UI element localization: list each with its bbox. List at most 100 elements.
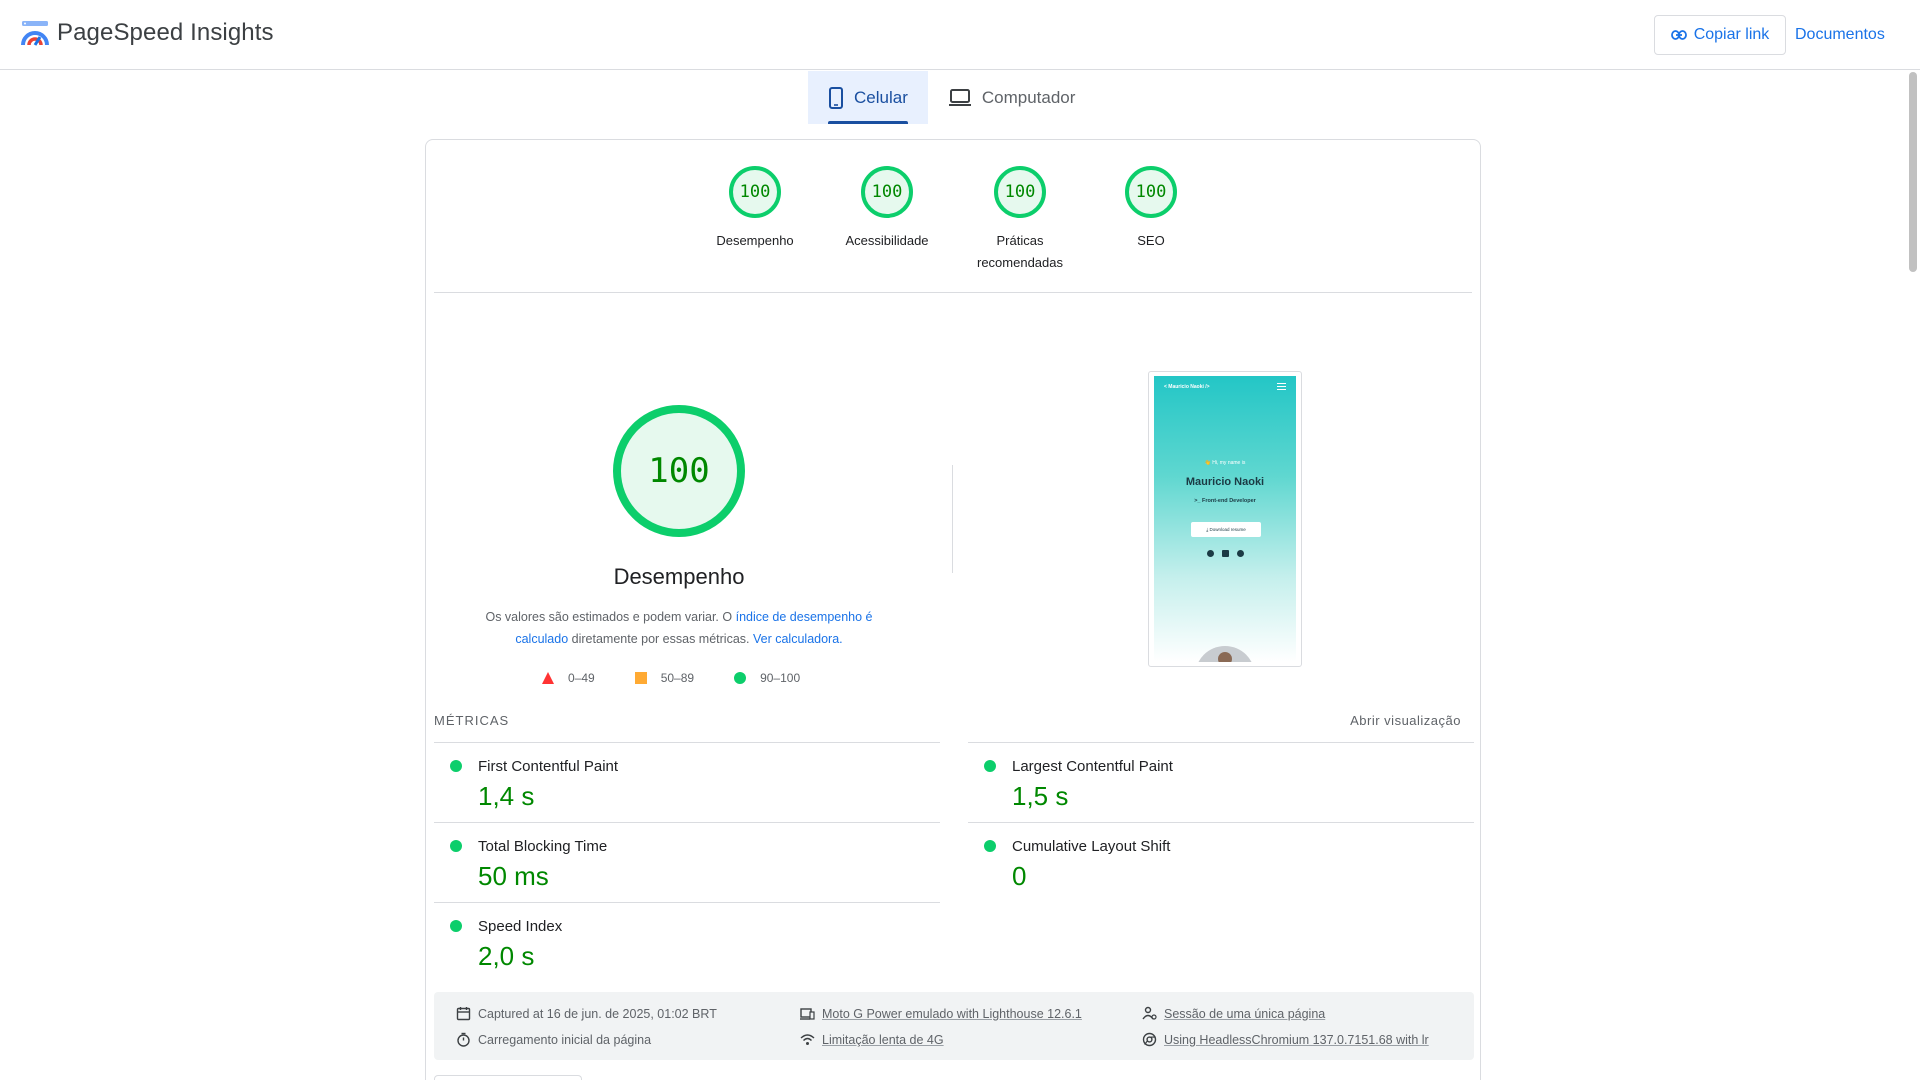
square-icon: [634, 672, 647, 684]
runtime-load: Carregamento inicial da página: [456, 1032, 651, 1047]
linkedin-icon: [1221, 550, 1229, 557]
screenshot-role: >_ Front-end Developer: [1194, 498, 1256, 504]
metric-value: 2,0 s: [478, 941, 535, 971]
legend-range: 0–49: [568, 671, 595, 685]
metric-cls: Cumulative Layout Shift 0: [968, 822, 1474, 902]
performance-description: Os valores são estimados e podem variar.…: [466, 606, 892, 650]
score-gauges: 100 Desempenho 100 Acessibilidade 100 Pr…: [426, 140, 1480, 292]
treemap-button[interactable]: [434, 1075, 582, 1080]
metric-value: 1,5 s: [1012, 781, 1069, 811]
runtime-text: Using HeadlessChromium 137.0.7151.68 wit…: [1164, 1032, 1429, 1047]
screenshot-social-icons: [1154, 550, 1296, 557]
runtime-text: Limitação lenta de 4G: [822, 1032, 944, 1047]
gauge-score: 100: [994, 166, 1046, 218]
metric-value: 1,4 s: [478, 781, 535, 811]
pass-circle-icon: [984, 760, 996, 772]
circle-icon: [734, 672, 747, 684]
screenshot-avatar-face: [1218, 652, 1232, 662]
triangle-icon: [542, 672, 554, 684]
gauge-performance[interactable]: 100 Desempenho: [700, 166, 810, 252]
metric-name: Speed Index: [478, 918, 563, 935]
devices-icon: [800, 1008, 815, 1020]
app-title: PageSpeed Insights: [57, 19, 274, 46]
tab-desktop-label: Computador: [981, 87, 1076, 107]
gauge-label: Desempenho: [716, 233, 794, 248]
metric-value: 50 ms: [478, 861, 549, 891]
desc-text: diretamente por essas métricas.: [571, 632, 750, 646]
runtime-browser[interactable]: Using HeadlessChromium 137.0.7151.68 wit…: [1142, 1032, 1429, 1047]
metric-lcp: Largest Contentful Paint 1,5 s: [968, 742, 1474, 822]
gauge-label: Acessibilidade: [845, 233, 929, 248]
gauge-seo[interactable]: 100 SEO: [1096, 166, 1206, 252]
metric-name: Cumulative Layout Shift: [1012, 838, 1171, 855]
hamburger-menu-icon: [1277, 383, 1286, 390]
metric-tbt: Total Blocking Time 50 ms: [434, 822, 940, 902]
tab-desktop[interactable]: Computador: [928, 71, 1096, 124]
metric-name: Largest Contentful Paint: [1012, 758, 1173, 775]
pass-circle-icon: [450, 920, 462, 932]
link-icon: [1670, 30, 1687, 40]
score-legend: 0–49 50–89 90–100: [542, 671, 800, 685]
scrollbar-thumb[interactable]: [1909, 72, 1917, 272]
tab-mobile[interactable]: Celular: [808, 71, 928, 124]
legend-pass: 90–100: [734, 671, 800, 685]
metric-fcp: First Contentful Paint 1,4 s: [434, 742, 940, 822]
pass-circle-icon: [984, 840, 996, 852]
github-icon: [1206, 550, 1214, 557]
metrics-header: MÉTRICAS: [434, 713, 510, 728]
desc-text: Os valores são estimados e podem variar.…: [485, 610, 733, 624]
runtime-text: Sessão de uma única página: [1164, 1006, 1326, 1021]
device-tabs: Celular Computador: [808, 71, 1095, 124]
calculator-link[interactable]: Ver calculadora.: [753, 632, 843, 646]
report-card: 100 Desempenho 100 Acessibilidade 100 Pr…: [425, 139, 1481, 1080]
runtime-text: Captured at 16 de jun. de 2025, 01:02 BR…: [478, 1006, 717, 1021]
gauge-score: 100: [729, 166, 781, 218]
pass-circle-icon: [450, 840, 462, 852]
performance-score-gauge: 100: [613, 405, 745, 537]
runtime-text: Carregamento inicial da página: [478, 1032, 652, 1047]
metric-value: 0: [1012, 861, 1027, 891]
gauge-score: 100: [861, 166, 913, 218]
metric-name: First Contentful Paint: [478, 758, 619, 775]
legend-range: 50–89: [660, 671, 695, 685]
screenshot-name: Mauricio Naoki: [1185, 476, 1265, 488]
docs-link[interactable]: Documentos: [1795, 26, 1885, 44]
screenshot-nav: < Mauricio Naoki />: [1164, 384, 1210, 390]
screenshot-image: < Mauricio Naoki /> 👋 Hi, my name is Mau…: [1154, 376, 1296, 662]
pagespeed-logo-icon[interactable]: [20, 20, 50, 48]
section-divider: [434, 292, 1472, 293]
runtime-device[interactable]: Moto G Power emulado with Lighthouse 12.…: [800, 1006, 1082, 1021]
runtime-settings: Captured at 16 de jun. de 2025, 01:02 BR…: [434, 992, 1474, 1060]
whatsapp-icon: [1236, 550, 1244, 557]
timer-icon: [457, 1032, 470, 1047]
top-header: PageSpeed Insights Copiar link Documento…: [0, 0, 1920, 70]
screenshot-download-button: ⤓ Download resume: [1191, 522, 1261, 537]
smartphone-icon: [829, 86, 843, 109]
expand-view-button[interactable]: Abrir visualização: [1350, 713, 1461, 728]
user-session-icon: [1142, 1006, 1157, 1020]
laptop-icon: [948, 88, 971, 106]
tab-mobile-label: Celular: [854, 87, 908, 107]
legend-average: 50–89: [634, 671, 695, 685]
gauge-score: 100: [1125, 166, 1177, 218]
copy-link-button[interactable]: Copiar link: [1654, 15, 1786, 55]
wifi-icon: [800, 1034, 815, 1045]
performance-title: Desempenho: [613, 564, 745, 589]
screenshot-greeting: 👋 Hi, my name is: [1204, 460, 1246, 466]
gauge-label: SEO: [1137, 233, 1165, 248]
legend-range: 90–100: [760, 671, 801, 685]
metric-speed-index: Speed Index 2,0 s: [434, 902, 940, 982]
runtime-text: Moto G Power emulado with Lighthouse 12.…: [822, 1006, 1082, 1021]
gauge-best-practices[interactable]: 100 Práticas recomendadas: [964, 166, 1076, 274]
chrome-icon: [1142, 1032, 1157, 1047]
legend-fail: 0–49: [542, 671, 595, 685]
final-screenshot[interactable]: < Mauricio Naoki /> 👋 Hi, my name is Mau…: [1148, 371, 1302, 667]
runtime-throttle[interactable]: Limitação lenta de 4G: [800, 1032, 944, 1047]
runtime-session[interactable]: Sessão de uma única página: [1142, 1006, 1325, 1021]
vertical-divider: [952, 465, 953, 573]
runtime-captured: Captured at 16 de jun. de 2025, 01:02 BR…: [456, 1006, 717, 1021]
calendar-icon: [456, 1007, 471, 1021]
pass-circle-icon: [450, 760, 462, 772]
metric-name: Total Blocking Time: [478, 838, 608, 855]
gauge-accessibility[interactable]: 100 Acessibilidade: [832, 166, 942, 252]
